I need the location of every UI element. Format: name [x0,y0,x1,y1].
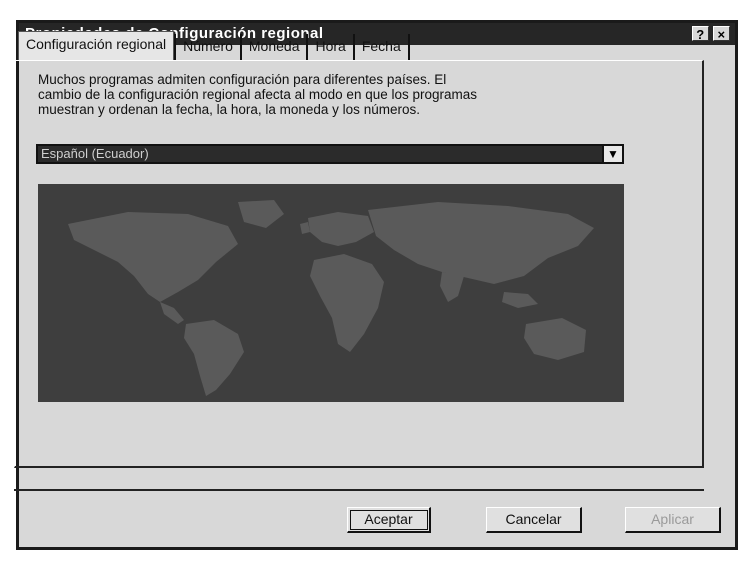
description-line: Muchos programas admiten configuración p… [38,72,447,87]
tab-hora[interactable]: Hora [306,34,352,60]
description-text: Muchos programas admiten configuración p… [38,72,618,117]
tab-moneda[interactable]: Moneda [239,34,307,60]
close-icon: × [717,27,726,42]
help-button[interactable]: ? [692,26,709,42]
close-button[interactable]: × [713,26,730,42]
description-line: muestran y ordenan la fecha, la hora, la… [38,102,420,117]
locale-select-value: Español (Ecuador) [41,146,149,161]
locale-select[interactable]: Español (Ecuador) ▼ [36,144,624,164]
help-icon: ? [696,27,705,42]
cancel-button[interactable]: Cancelar [486,507,582,533]
description-line: cambio de la configuración regional afec… [38,87,478,102]
dropdown-button[interactable]: ▼ [602,144,624,164]
world-map [38,184,624,402]
footer-divider [14,489,704,491]
accept-button[interactable]: Aceptar [347,507,431,533]
tab-strip: Configuración regional Número Moneda Hor… [18,31,410,60]
tab-numero[interactable]: Número [174,34,240,60]
world-map-graphic [68,200,594,396]
tab-fecha[interactable]: Fecha [352,34,410,60]
chevron-down-icon: ▼ [607,147,619,161]
apply-button[interactable]: Aplicar [625,507,721,533]
tab-configuracion-regional[interactable]: Configuración regional [18,31,175,60]
